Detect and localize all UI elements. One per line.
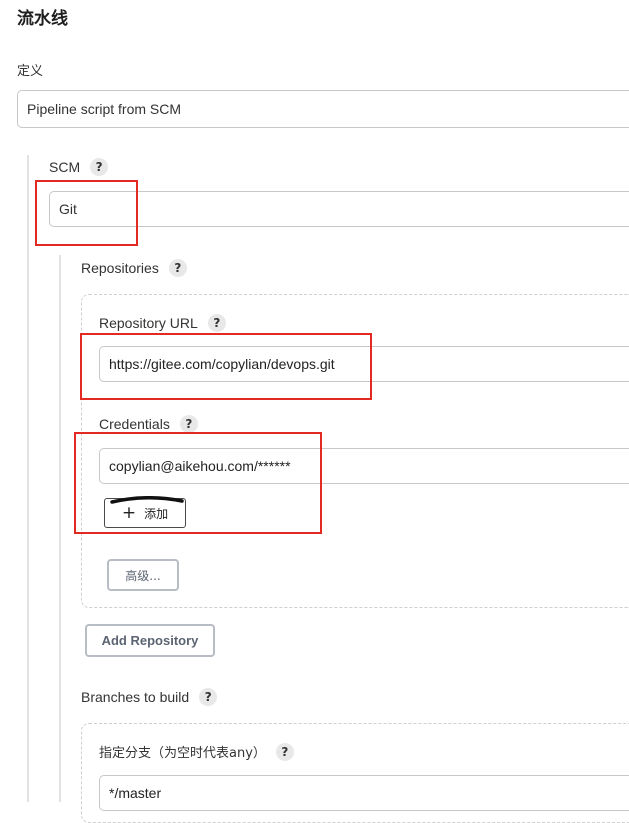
branch-specifier-input[interactable]: */master bbox=[99, 775, 629, 811]
add-credentials-label: 添加 bbox=[144, 506, 169, 521]
add-repository-button[interactable]: Add Repository bbox=[85, 624, 215, 657]
repository-url-label: Repository URL bbox=[99, 315, 198, 331]
branch-specifier-help-icon[interactable]: ? bbox=[275, 742, 294, 761]
credentials-help-icon[interactable]: ? bbox=[179, 415, 198, 433]
definition-select[interactable]: Pipeline script from SCM bbox=[17, 90, 629, 128]
scm-select[interactable]: Git bbox=[49, 191, 629, 227]
advanced-button[interactable]: 高级... bbox=[107, 559, 179, 591]
repository-url-field-label: Repository URL ? bbox=[99, 314, 226, 332]
scm-label: SCM bbox=[49, 159, 81, 175]
scm-block-border bbox=[27, 155, 29, 802]
branches-label: Branches to build bbox=[81, 689, 190, 705]
credentials-select[interactable]: copylian@aikehou.com/****** bbox=[99, 448, 629, 484]
scribble-mark bbox=[110, 496, 184, 504]
branches-help-icon[interactable]: ? bbox=[199, 688, 218, 706]
credentials-label: Credentials bbox=[99, 416, 170, 432]
scm-field-label: SCM ? bbox=[49, 158, 109, 176]
definition-label: 定义 bbox=[17, 64, 44, 79]
repositories-label: Repositories bbox=[81, 260, 159, 276]
branches-field-label: Branches to build ? bbox=[81, 688, 218, 706]
git-block-border bbox=[59, 255, 61, 802]
repositories-help-icon[interactable]: ? bbox=[168, 259, 187, 277]
scm-help-icon[interactable]: ? bbox=[90, 158, 109, 176]
repository-url-input[interactable]: https://gitee.com/copylian/devops.git bbox=[99, 346, 629, 382]
branch-specifier-field-label: 指定分支（为空时代表any） ? bbox=[99, 742, 294, 761]
repositories-field-label: Repositories ? bbox=[81, 259, 187, 277]
plus-icon: + bbox=[121, 502, 137, 523]
credentials-field-label: Credentials ? bbox=[99, 415, 198, 433]
section-title: 流水线 bbox=[17, 9, 68, 29]
branch-specifier-label: 指定分支（为空时代表any） bbox=[99, 746, 266, 761]
repository-url-help-icon[interactable]: ? bbox=[207, 314, 226, 332]
